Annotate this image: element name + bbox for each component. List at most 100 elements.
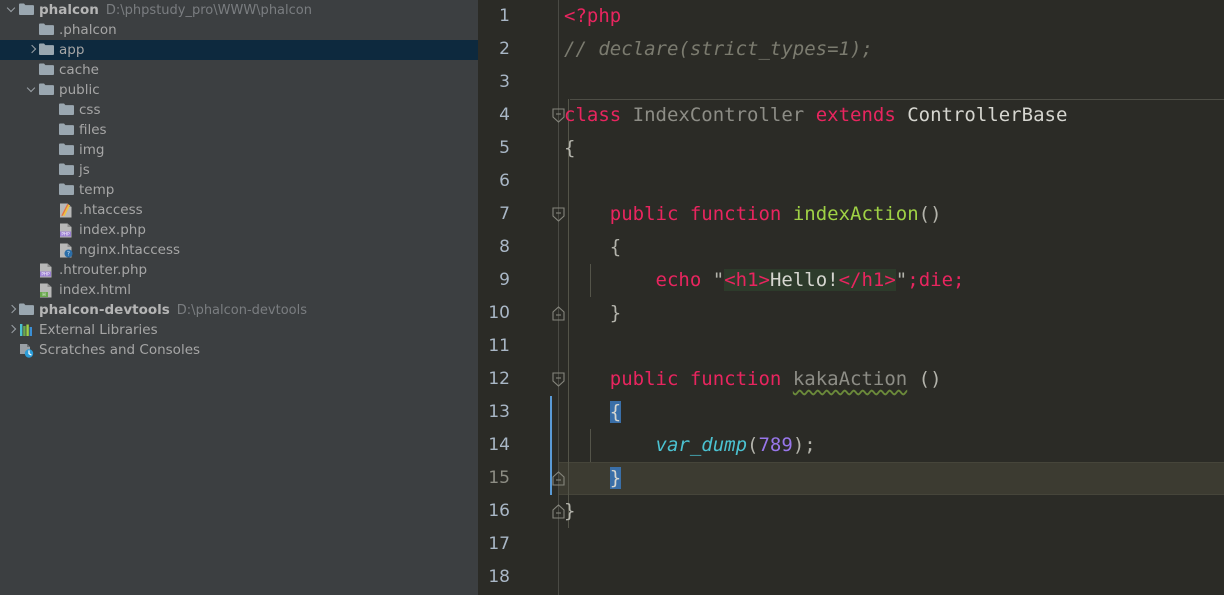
unknown-file-icon: ? bbox=[58, 242, 76, 258]
keyword-echo: echo bbox=[655, 269, 702, 291]
tree-item-label: .htaccess bbox=[79, 202, 143, 218]
class-brace-close: } bbox=[564, 500, 576, 522]
tree-item-nginx-htaccess[interactable]: ? nginx.htaccess bbox=[0, 240, 478, 260]
code-line-8[interactable]: { bbox=[564, 231, 621, 264]
tree-item-label: Scratches and Consoles bbox=[39, 342, 201, 358]
chevron-right-icon[interactable] bbox=[6, 320, 18, 340]
code-line-13[interactable]: { bbox=[564, 396, 622, 429]
tree-item-img[interactable]: img bbox=[0, 140, 478, 160]
tree-item-css[interactable]: css bbox=[0, 100, 478, 120]
line-number: 3 bbox=[499, 72, 510, 92]
line-number: 4 bbox=[499, 105, 510, 125]
method-name-kakaaction: kakaAction bbox=[792, 368, 908, 390]
tree-item-scratches-and-consoles[interactable]: Scratches and Consoles bbox=[0, 340, 478, 360]
method-name-indexaction: indexAction bbox=[792, 203, 919, 225]
folder-icon bbox=[18, 302, 36, 318]
tree-item-public[interactable]: public bbox=[0, 80, 478, 100]
tree-item-cache[interactable]: cache bbox=[0, 60, 478, 80]
tree-item-phalcon-devtools[interactable]: phalcon-devtools D:\phalcon-devtools bbox=[0, 300, 478, 320]
code-line-2[interactable]: // declare(strict_types=1); bbox=[564, 33, 873, 66]
line-number: 7 bbox=[499, 204, 510, 224]
svg-text:PHP: PHP bbox=[61, 232, 70, 237]
code-line-10[interactable]: } bbox=[564, 297, 621, 330]
tree-item-phalcon[interactable]: .phalcon bbox=[0, 20, 478, 40]
line-number: 18 bbox=[488, 567, 510, 587]
tree-item-label: cache bbox=[59, 62, 99, 78]
tree-item-label: phalcon bbox=[39, 2, 99, 18]
code-text-area[interactable]: <?php // declare(strict_types=1);class In… bbox=[550, 0, 1224, 595]
code-line-16[interactable]: } bbox=[564, 495, 575, 528]
line-number: 15 bbox=[488, 468, 510, 488]
code-line-12[interactable]: public function kakaAction () bbox=[564, 363, 942, 396]
line-number: 16 bbox=[488, 501, 510, 521]
tree-item-index-php[interactable]: PHP index.php bbox=[0, 220, 478, 240]
tree-item-label: .phalcon bbox=[59, 22, 117, 38]
tree-item-app[interactable]: app bbox=[0, 40, 478, 60]
line-number: 8 bbox=[499, 237, 510, 257]
html-tag-close: </h1> bbox=[838, 269, 896, 291]
code-line-1[interactable]: <?php bbox=[564, 0, 621, 33]
folder-icon bbox=[38, 82, 56, 98]
folder-icon bbox=[58, 162, 76, 178]
tree-item-js[interactable]: js bbox=[0, 160, 478, 180]
project-tree[interactable]: phalcon D:\phpstudy_pro\WWW\phalcon .phalc… bbox=[0, 0, 478, 360]
class-name: IndexController bbox=[632, 104, 805, 126]
svg-text:H: H bbox=[42, 292, 45, 298]
scratches-icon bbox=[18, 342, 36, 358]
paren-open: ( bbox=[747, 434, 759, 456]
chevron-down-icon[interactable] bbox=[6, 0, 18, 20]
tree-item-label: temp bbox=[79, 182, 115, 198]
line-number: 11 bbox=[488, 336, 510, 356]
code-line-15[interactable]: } bbox=[564, 462, 622, 495]
code-line-5[interactable]: { bbox=[564, 132, 575, 165]
code-line-7[interactable]: public function indexAction() bbox=[564, 198, 942, 231]
tree-item-external-libraries[interactable]: External Libraries bbox=[0, 320, 478, 340]
php-open-tag: <?php bbox=[564, 5, 622, 27]
builtin-var-dump: var_dump bbox=[655, 434, 748, 456]
code-line-9[interactable]: echo "<h1>Hello!</h1>";die; bbox=[564, 264, 964, 297]
tree-item-index-html[interactable]: Hindex.html bbox=[0, 280, 478, 300]
keyword-public: public bbox=[609, 368, 679, 390]
php-file-icon: PHP bbox=[38, 262, 56, 278]
line-number: 17 bbox=[488, 534, 510, 554]
tree-item-htaccess[interactable]: .htaccess bbox=[0, 200, 478, 220]
code-line-14[interactable]: var_dump(789); bbox=[564, 429, 816, 462]
editor-gutter[interactable]: 1 2 3 4 5 6 7 8 9 10 11 12 13 14 15 16 17 18 bbox=[478, 0, 558, 595]
code-line-4[interactable]: class IndexController extends Controller… bbox=[564, 99, 1067, 132]
code-editor[interactable]: 1 2 3 4 5 6 7 8 9 10 11 12 13 14 15 16 17 18 <?php// decl… bbox=[478, 0, 1224, 595]
keyword-public: public bbox=[609, 203, 679, 225]
tree-item-files[interactable]: files bbox=[0, 120, 478, 140]
indent-guide-active bbox=[550, 396, 552, 495]
chevron-right-icon[interactable] bbox=[26, 40, 38, 60]
method-brace-open: { bbox=[609, 236, 622, 258]
folder-icon bbox=[38, 22, 56, 38]
folder-icon bbox=[58, 182, 76, 198]
keyword-die: ;die; bbox=[907, 269, 965, 291]
tree-item-temp[interactable]: temp bbox=[0, 180, 478, 200]
project-tree-panel[interactable]: phalcon D:\phpstudy_pro\WWW\phalcon .phalc… bbox=[0, 0, 478, 595]
line-number: 9 bbox=[499, 270, 510, 290]
method-brace-open-matched: { bbox=[609, 401, 622, 423]
tree-item-phalcon[interactable]: phalcon D:\phpstudy_pro\WWW\phalcon bbox=[0, 0, 478, 20]
tree-item-label: img bbox=[79, 142, 105, 158]
line-number: 1 bbox=[499, 6, 510, 26]
chevron-right-icon[interactable] bbox=[6, 300, 18, 320]
tree-item-htrouter-php[interactable]: PHP .htrouter.php bbox=[0, 260, 478, 280]
paren-close-semicolon: ); bbox=[792, 434, 816, 456]
html-tag-open: <h1> bbox=[724, 269, 770, 291]
chevron-down-icon[interactable] bbox=[26, 80, 38, 100]
line-number: 10 bbox=[488, 303, 510, 323]
